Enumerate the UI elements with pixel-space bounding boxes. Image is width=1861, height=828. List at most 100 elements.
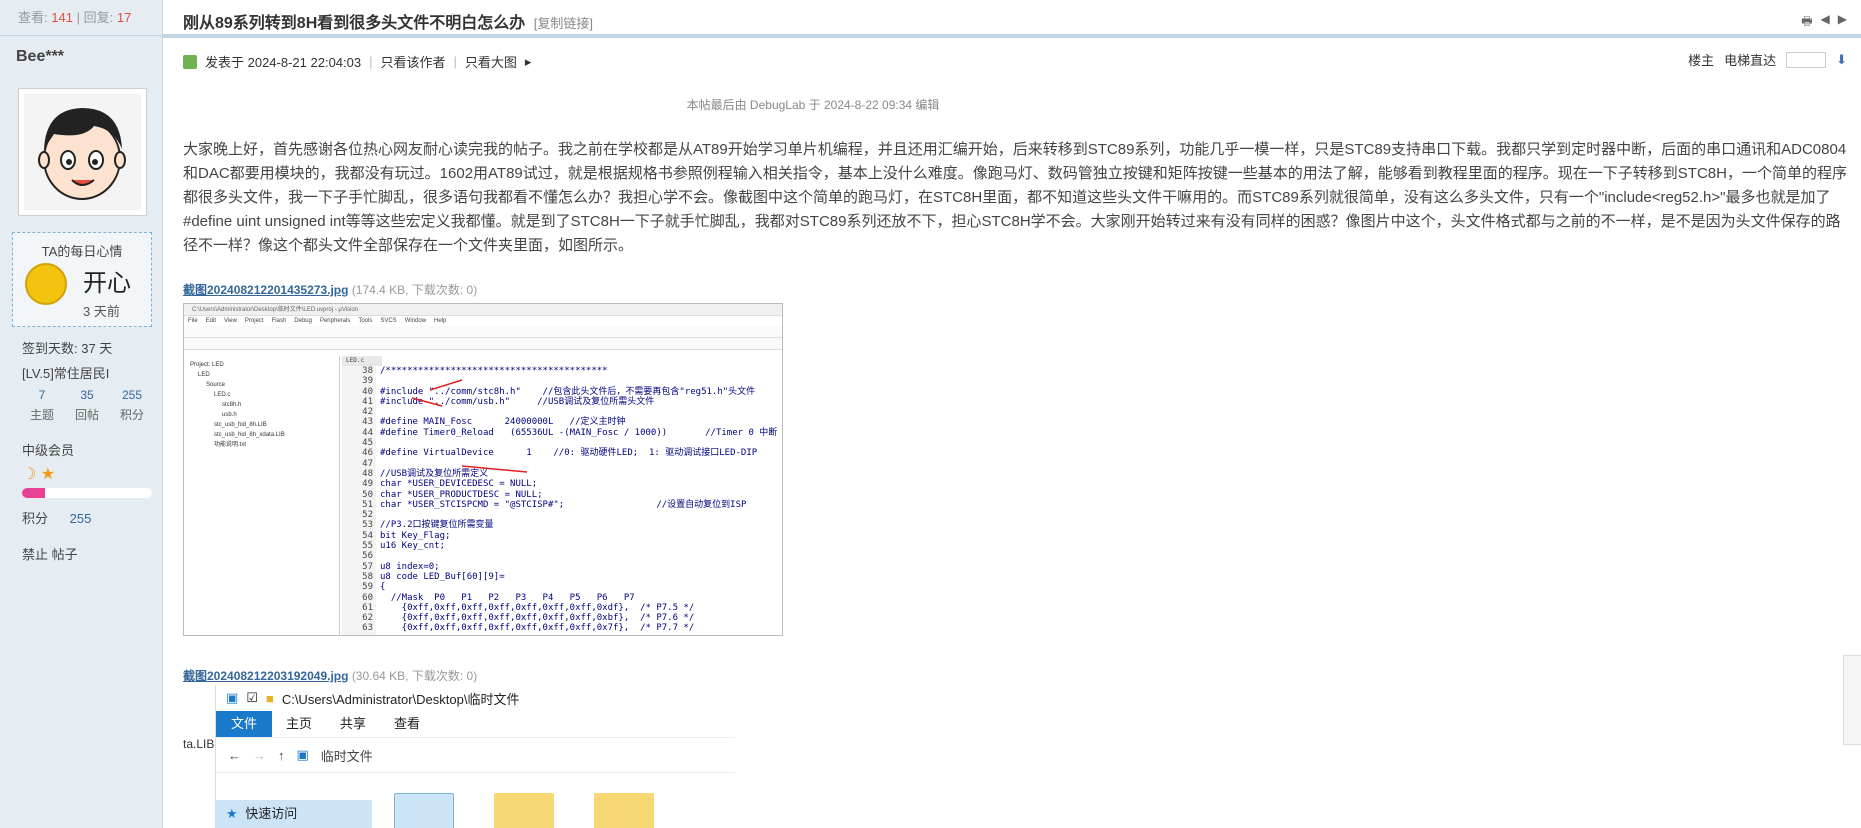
counter-label: 主题 xyxy=(29,408,54,422)
tree-item: LED xyxy=(198,372,210,378)
only-images-link[interactable]: 只看大图 xyxy=(465,52,517,71)
print-icon[interactable]: 🖶 xyxy=(1801,12,1812,33)
thread-title-text: 刚从89系列转到8H看到很多头文件不明白怎么办 xyxy=(183,15,526,32)
triangle-right-icon: ▸ xyxy=(524,53,532,69)
only-author-link[interactable]: 只看该作者 xyxy=(381,52,446,71)
attachment-2: 截图202408212203192049.jpg (30.64 KB, 下载次数… xyxy=(183,667,477,684)
counter-value: 255 xyxy=(121,388,143,402)
happy-face-icon xyxy=(25,263,67,305)
points-row: 积分 255 xyxy=(22,508,91,527)
mood-title: TA的每日心情 xyxy=(41,244,123,259)
ide-menu-item: Peripherals xyxy=(319,318,351,324)
copy-link-button[interactable]: [复制链接] xyxy=(534,16,593,31)
attachment-link[interactable]: 截图202408212201435273.jpg xyxy=(183,283,348,297)
counter-label: 积分 xyxy=(119,408,144,422)
ribbon-tab-home: 主页 xyxy=(285,716,312,731)
rank-icons: ☽ ★ xyxy=(22,464,55,484)
post-info: 发表于 2024-8-21 22:04:03 | 只看该作者 | 只看大图 ▸ xyxy=(183,52,531,71)
floating-side-tools[interactable] xyxy=(1843,655,1861,745)
avatar[interactable] xyxy=(18,88,147,216)
computer-icon: ▣ xyxy=(296,747,309,762)
quick-access: ★ 快速访问 xyxy=(216,800,372,828)
next-thread-icon[interactable]: ▶ xyxy=(1838,12,1847,33)
author-sidebar: 查看: 141 | 回复: 17 Bee*** TA的每日心情 开心 3 天前 xyxy=(0,0,163,828)
folder-icon xyxy=(394,793,454,828)
counter-replies[interactable]: 35 回帖 xyxy=(67,388,107,423)
star-icon: ★ xyxy=(226,806,238,821)
mood-text: 开心 xyxy=(83,270,131,297)
level-progress-fill xyxy=(22,488,46,498)
quick-access-label: 快速访问 xyxy=(245,806,298,821)
views-label: 查看: xyxy=(18,10,48,25)
points-value: 255 xyxy=(69,511,92,526)
separator: | xyxy=(369,54,373,69)
ide-code-editor: LED.c 38 39 40 41 42 43 44 45 46 47 48 4… xyxy=(342,356,782,635)
ide-menu: File Edit View Project Flash Debug Perip… xyxy=(184,316,782,326)
attachment-link[interactable]: 截图202408212203192049.jpg xyxy=(183,669,348,683)
floor-jump-input[interactable] xyxy=(1786,51,1827,68)
separator: | xyxy=(453,54,457,69)
points-label: 积分 xyxy=(22,511,49,526)
moon-icon: ☽ xyxy=(22,466,37,483)
counter-points[interactable]: 255 积分 xyxy=(112,388,152,423)
ide-title: C:\Users\Administrator\Desktop\临时文件\LED.… xyxy=(184,304,782,316)
forward-arrow-icon: → xyxy=(253,747,266,763)
thread-title-bar: 刚从89系列转到8H看到很多头文件不明白怎么办 [复制链接] 🖶 ◀ ▶ xyxy=(163,0,1861,38)
tree-item: usb.h xyxy=(222,412,237,418)
tree-item: Project: LED xyxy=(190,362,224,368)
attachment-1: 截图202408212201435273.jpg (174.4 KB, 下载次数… xyxy=(183,281,477,298)
ide-project-tree: Project: LED LED Source LED.c stc8h.h us… xyxy=(184,356,340,635)
ide-menu-item: Help xyxy=(434,318,447,324)
breadcrumb: 临时文件 xyxy=(320,748,373,764)
ide-screenshot[interactable]: C:\Users\Administrator\Desktop\临时文件\LED.… xyxy=(183,303,783,636)
tree-item: Source xyxy=(206,382,226,388)
computer-icon: ▣ xyxy=(226,690,239,705)
prev-thread-icon[interactable]: ◀ xyxy=(1821,12,1830,33)
ide-menu-item: View xyxy=(224,318,237,324)
ribbon-tab-share: 共享 xyxy=(339,716,366,731)
folder-icon xyxy=(494,793,554,828)
replies-count: 17 xyxy=(116,10,132,25)
ide-toolbar-2 xyxy=(184,338,782,350)
counter-value: 35 xyxy=(80,388,94,402)
floor-tools: 楼主 电梯直达 ⬇ xyxy=(1688,50,1847,69)
floor-label: 楼主 xyxy=(1688,53,1715,68)
edit-notice: 本帖最后由 DebugLab 于 2024-8-22 09:34 编辑 xyxy=(686,98,940,112)
ide-menu-item: Edit xyxy=(205,318,217,324)
tree-item: 功能说明.txt xyxy=(214,442,247,448)
post-date: 发表于 2024-8-21 22:04:03 xyxy=(205,55,362,70)
ide-menu-item: Tools xyxy=(358,318,373,324)
post-main: 刚从89系列转到8H看到很多头文件不明白怎么办 [复制链接] 🖶 ◀ ▶ 发表于… xyxy=(163,0,1861,828)
partial-file-label: ta.LIB xyxy=(183,737,215,751)
ribbon-tab-file: 文件 xyxy=(216,711,272,737)
post-body: 大家晚上好，首先感谢各位热心网友耐心读完我的帖子。我之前在学校都是从AT89开始… xyxy=(183,141,1847,254)
thread-stats: 查看: 141 | 回复: 17 xyxy=(0,0,162,36)
counter-value: 7 xyxy=(38,388,46,402)
ide-toolbar xyxy=(184,326,782,338)
folder-icon xyxy=(594,793,654,828)
ide-menu-item: Debug xyxy=(294,318,312,324)
ide-menu-item: Flash xyxy=(271,318,287,324)
checkbox-icon: ☑ xyxy=(246,690,258,705)
member-group: 中级会员 xyxy=(22,443,75,458)
ban-status: 禁止 帖子 xyxy=(22,547,78,562)
stats-separator: | xyxy=(76,10,80,25)
explorer-path: C:\Users\Administrator\Desktop\临时文件 xyxy=(281,691,520,707)
level-progress-bar xyxy=(22,488,152,498)
counter-topics[interactable]: 7 主题 xyxy=(22,388,62,423)
thread-title: 刚从89系列转到8H看到很多头文件不明白怎么办 [复制链接] xyxy=(183,9,593,33)
ribbon-tab-view: 查看 xyxy=(393,716,420,731)
explorer-address-bar: ← → ↑ ▣ 临时文件 xyxy=(216,737,735,773)
jump-arrow-icon[interactable]: ⬇ xyxy=(1836,52,1847,68)
explorer-screenshot[interactable]: ▣ ☑ ■ C:\Users\Administrator\Desktop\临时文… xyxy=(215,685,735,828)
counter-label: 回帖 xyxy=(74,408,99,422)
views-count: 141 xyxy=(51,10,73,25)
user-level[interactable]: [LV.5]常住居民I xyxy=(22,363,109,382)
attachment-meta: (30.64 KB, 下载次数: 0) xyxy=(351,669,478,683)
ide-menu-item: File xyxy=(188,318,198,324)
ide-menu-item: SVCS xyxy=(380,318,397,324)
author-name[interactable]: Bee*** xyxy=(0,36,162,78)
star-icon: ★ xyxy=(40,466,56,483)
user-counters: 7 主题 35 回帖 255 积分 xyxy=(22,388,152,423)
explorer-ribbon: 文件 主页 共享 查看 xyxy=(216,711,735,737)
